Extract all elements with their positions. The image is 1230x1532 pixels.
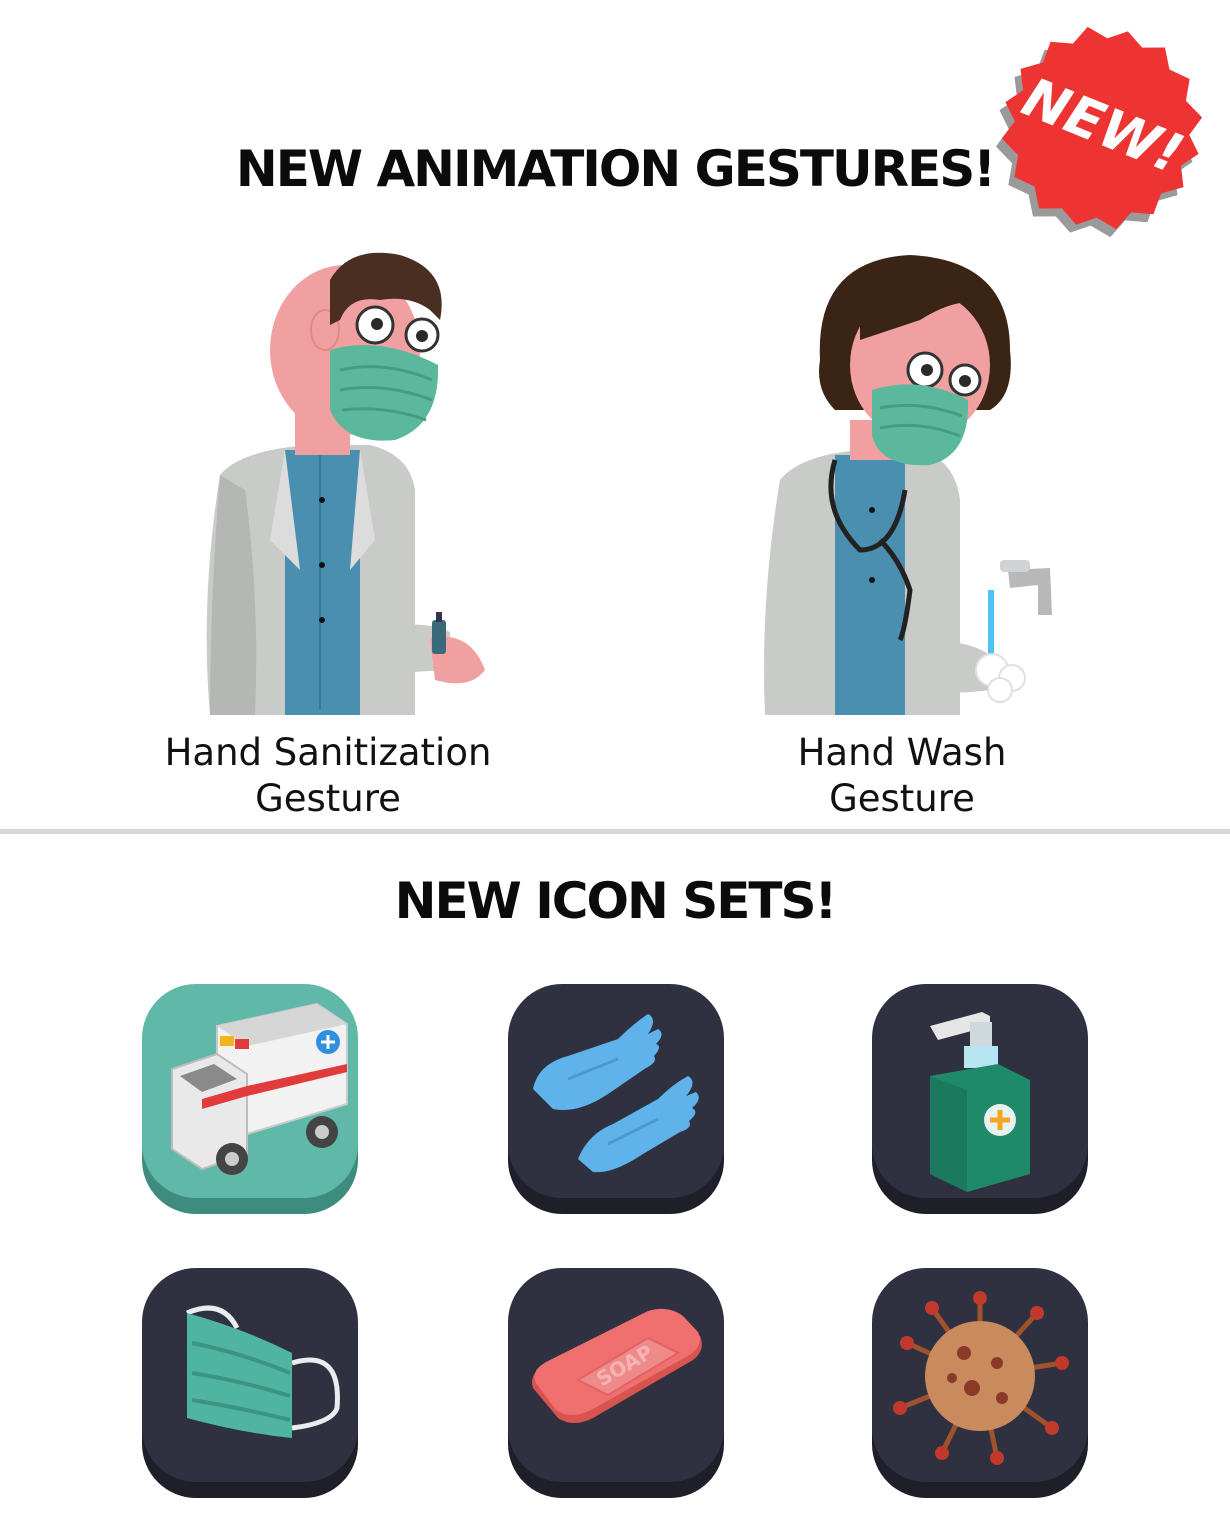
sanitizer-bottle-icon [872, 984, 1088, 1214]
new-badge: NEW! [995, 26, 1203, 238]
ambulance-icon [142, 984, 358, 1214]
section-divider [0, 829, 1230, 834]
virus-icon [872, 1268, 1088, 1498]
doctor-washing-hands-illustration [764, 255, 1052, 715]
gesture-caption-handwash-line1: Hand Wash [797, 731, 1007, 774]
gloves-icon [508, 984, 724, 1214]
soap-bar-icon: SOAP [508, 1268, 724, 1498]
gesture-caption-sanitization: Hand Sanitization Gesture [118, 730, 538, 822]
doctor-sanitizing-hands-illustration [206, 252, 485, 715]
gesture-caption-handwash-line2: Gesture [829, 777, 975, 820]
gesture-caption-handwash: Hand Wash Gesture [692, 730, 1112, 822]
gesture-caption-sanitization-line2: Gesture [255, 777, 401, 820]
gesture-caption-sanitization-line1: Hand Sanitization [164, 731, 492, 774]
face-mask-icon [142, 1268, 358, 1498]
icons-section-title: NEW ICON SETS! [394, 872, 838, 930]
